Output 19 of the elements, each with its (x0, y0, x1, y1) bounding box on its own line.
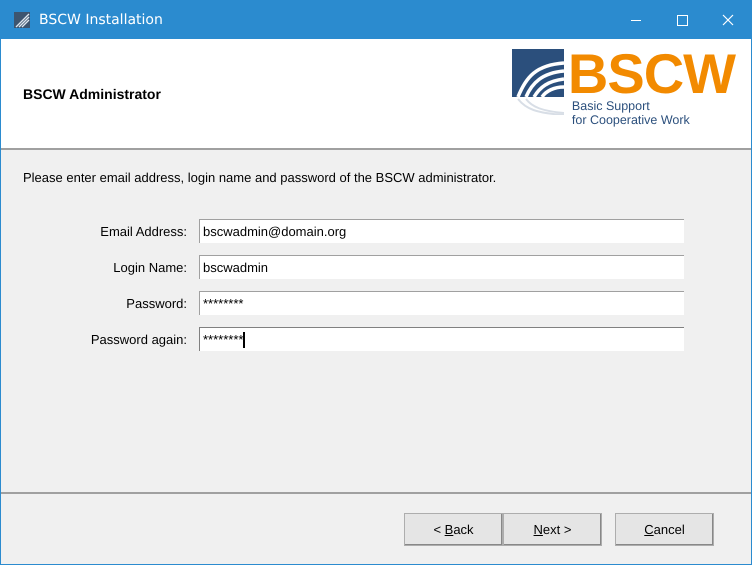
input-field[interactable]: bscwadmin (199, 255, 684, 279)
app-icon (13, 11, 31, 29)
input-field[interactable]: bscwadmin@domain.org (199, 219, 684, 243)
logo-tagline: Basic Support (572, 98, 651, 112)
input-field[interactable]: ******** (199, 327, 684, 351)
field-label: Password: (125, 296, 187, 310)
field-label: Login Name: (112, 260, 187, 274)
field-label: Password again: (90, 332, 187, 346)
input-field[interactable]: ******** (199, 291, 684, 315)
wizard-button[interactable]: Cancel (615, 512, 714, 546)
wizard-button[interactable]: Next > (503, 512, 602, 546)
logo-wordmark: BSCW (568, 48, 735, 98)
stripes-logo-icon (512, 48, 564, 114)
logo-tagline: for Cooperative Work (572, 112, 691, 126)
field-label: Email Address: (99, 224, 187, 238)
window-title: BSCW Installation (39, 12, 164, 28)
instruction-text: Please enter email address, login name and password of the BSCW administrator. (23, 170, 498, 185)
page-heading: BSCW Administrator (23, 86, 161, 102)
wizard-button[interactable]: < Back (404, 512, 503, 546)
